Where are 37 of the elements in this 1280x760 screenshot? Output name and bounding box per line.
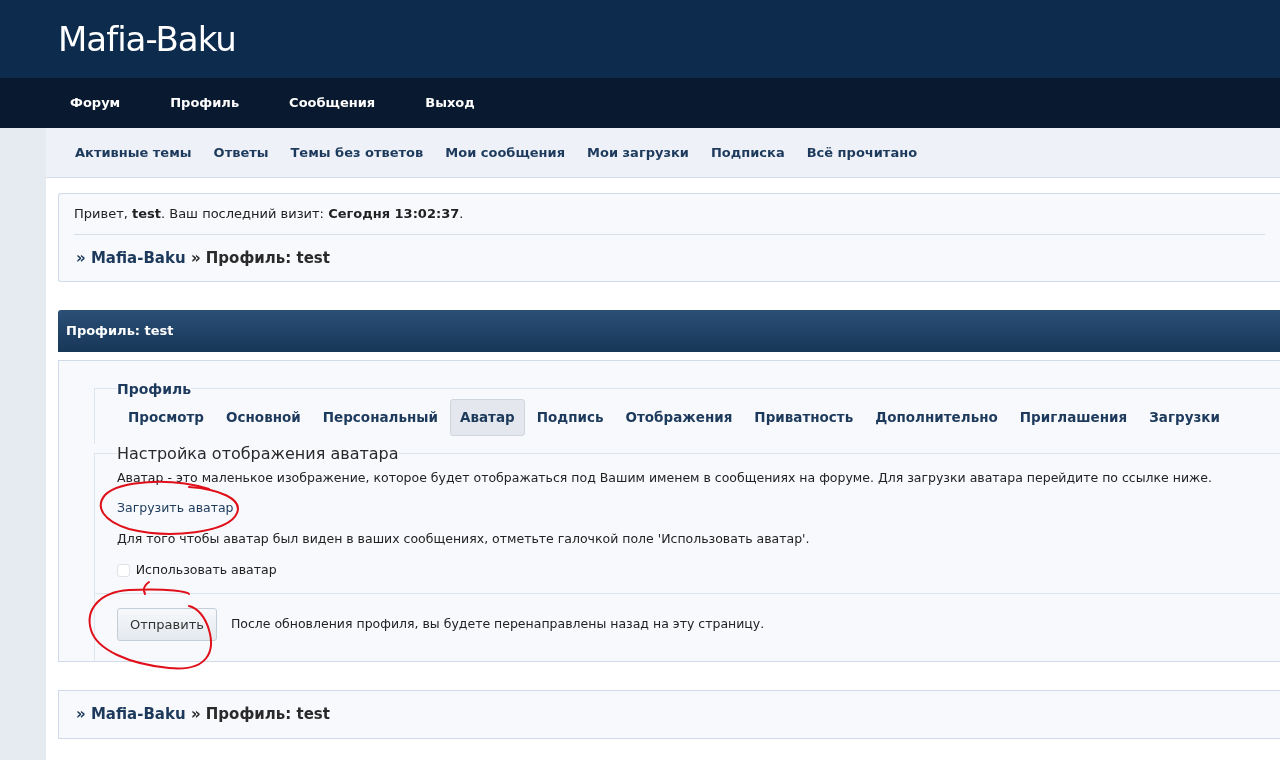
breadcrumb-current: » Профиль: test bbox=[190, 705, 330, 724]
upload-avatar-link[interactable]: Загрузить аватар bbox=[117, 500, 234, 516]
sub-nav-link[interactable]: Ответы bbox=[202, 138, 280, 167]
profile-tab[interactable]: Приватность bbox=[744, 399, 864, 436]
profile-tab[interactable]: Просмотр bbox=[118, 399, 215, 436]
profile-tab[interactable]: Загрузки bbox=[1139, 399, 1230, 436]
fieldset-legend: Профиль bbox=[117, 380, 192, 398]
sub-nav-link[interactable]: Активные темы bbox=[64, 138, 203, 167]
breadcrumb-current: » Профиль: test bbox=[190, 248, 330, 267]
site-title: Mafia-Baku bbox=[58, 18, 236, 60]
breadcrumb-link[interactable]: » Mafia-Baku bbox=[76, 705, 186, 724]
profile-tab[interactable]: Подпись bbox=[526, 399, 614, 436]
main-nav-link[interactable]: Профиль bbox=[158, 89, 252, 117]
sub-nav-link[interactable]: Мои сообщения bbox=[434, 138, 577, 167]
sub-nav-link[interactable]: Всё прочитано bbox=[795, 138, 929, 167]
sub-nav-link[interactable]: Темы без ответов bbox=[279, 138, 435, 167]
fieldset-legend: Настройка отображения аватара bbox=[117, 443, 399, 463]
redirect-note: После обновления профиля, вы будете перенаправлены назад на эту страницу. bbox=[230, 615, 765, 634]
hint-text: Для того чтобы аватар был виден в ваших сообщениях, отметьте галочкой поле 'Использовать аватар'. bbox=[117, 530, 811, 549]
profile-tab[interactable]: Персональный bbox=[312, 399, 448, 436]
main-nav-link[interactable]: Выход bbox=[413, 89, 487, 117]
sub-nav-link[interactable]: Подписка bbox=[699, 138, 796, 167]
profile-tab[interactable]: Аватар bbox=[450, 399, 525, 436]
main-nav-link[interactable]: Форум bbox=[58, 89, 133, 117]
main-nav-link[interactable]: Сообщения bbox=[277, 89, 388, 117]
submit-button[interactable]: Отправить bbox=[117, 608, 217, 642]
profile-tab[interactable]: Отображения bbox=[615, 399, 743, 436]
profile-tab[interactable]: Приглашения bbox=[1009, 399, 1138, 436]
breadcrumb-link[interactable]: » Mafia-Baku bbox=[76, 248, 186, 267]
sub-nav-link[interactable]: Мои загрузки bbox=[576, 138, 700, 167]
profile-tab[interactable]: Основной bbox=[216, 399, 311, 436]
description-text: Аватар - это маленькое изображение, которое будет отображаться под Вашим именем в сообщениях на форуме. Для загрузки аватара перейдите по ссылке ниже. bbox=[117, 468, 1213, 487]
use-avatar-checkbox[interactable] bbox=[117, 564, 130, 577]
checkbox-label[interactable]: Использовать аватар bbox=[135, 561, 277, 580]
profile-tab[interactable]: Дополнительно bbox=[865, 399, 1008, 436]
welcome-text: Привет, test. Ваш последний визит: Сегодня 13:02:37. bbox=[74, 204, 1265, 235]
panel-header: Профиль: test bbox=[58, 310, 1280, 352]
